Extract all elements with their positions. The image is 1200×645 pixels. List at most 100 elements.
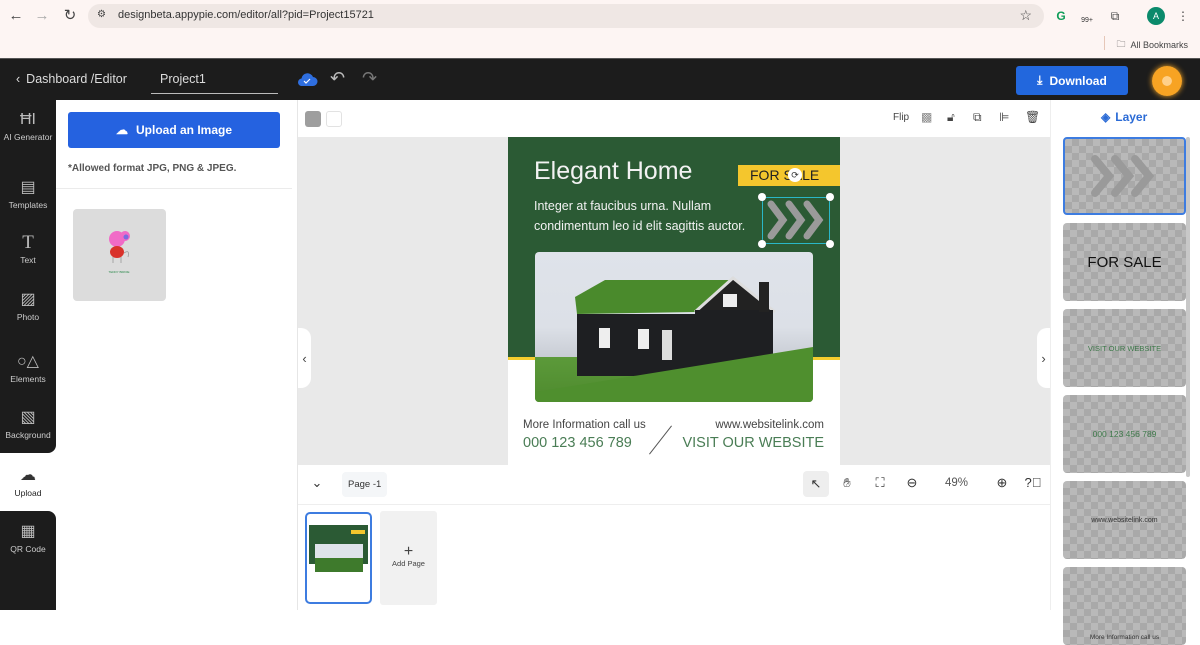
chevron-left-icon: ‹ <box>302 350 307 366</box>
address-bar[interactable]: ⚙ designbeta.appypie.com/editor/all?pid=… <box>88 4 1044 28</box>
design-subtitle[interactable]: Integer at faucibus urna. Nullam condime… <box>534 196 774 236</box>
resize-handle[interactable] <box>826 240 834 248</box>
layer-item[interactable]: VISIT OUR WEBSITE <box>1063 309 1186 387</box>
sidebar-item-label: Upload <box>14 488 42 498</box>
collapse-left-panel[interactable]: ‹ <box>298 328 311 388</box>
url-text[interactable]: designbeta.appypie.com/editor/all?pid=Pr… <box>118 9 374 21</box>
design-title[interactable]: Elegant Home <box>534 157 692 186</box>
rotate-handle-icon[interactable]: ⟳ <box>788 168 802 182</box>
upload-image-button[interactable]: ☁ Upload an Image <box>68 112 280 148</box>
sidebar-item-elements[interactable]: ○△ Elements <box>0 352 56 384</box>
bookmark-star-icon[interactable]: ☆ <box>1019 7 1032 24</box>
sidebar-item-upload[interactable]: ☁ Upload <box>0 466 56 498</box>
resize-handle[interactable] <box>758 193 766 201</box>
selected-chevrons-element[interactable] <box>758 193 834 248</box>
allowed-formats-note: *Allowed format JPG, PNG & JPEG. <box>68 163 237 174</box>
extension-badge[interactable]: 99+ <box>1078 7 1096 25</box>
project-name-input[interactable]: Project1 <box>151 67 278 94</box>
layer-item[interactable] <box>1063 137 1186 215</box>
layer-header[interactable]: ◈ Layer <box>1101 110 1147 124</box>
sidebar-item-templates[interactable]: ▤ Templates <box>0 178 56 210</box>
forward-arrow-icon[interactable]: → <box>32 6 52 26</box>
fit-screen-icon[interactable]: ⛶ <box>870 475 890 491</box>
download-button[interactable]: ⤓ Download <box>1016 66 1128 95</box>
bookmark-separator <box>1104 36 1105 50</box>
zoom-out-icon[interactable]: ⊖ <box>902 475 922 491</box>
phone-number[interactable]: 000 123 456 789 <box>523 435 632 451</box>
collapse-pages-icon[interactable]: ⌄ <box>307 475 327 491</box>
sidebar-item-photo[interactable]: ▨ Photo <box>0 290 56 322</box>
slash-divider-line[interactable] <box>649 425 672 455</box>
grammarly-icon[interactable]: G <box>1052 7 1070 25</box>
design-canvas[interactable]: Elegant Home Integer at faucibus urna. N… <box>508 137 840 465</box>
sidebar-item-qr-code[interactable]: ▦ QR Code <box>0 522 56 554</box>
lock-icon[interactable]: 🔓︎ <box>947 110 955 125</box>
user-avatar[interactable] <box>1152 66 1182 96</box>
zoom-level: 49% <box>945 477 969 489</box>
resize-handle[interactable] <box>826 193 834 201</box>
sidebar-item-background[interactable]: ▧ Background <box>0 408 56 440</box>
back-arrow-icon[interactable]: ← <box>6 6 26 26</box>
delete-trash-icon[interactable]: 🗑︎ <box>1025 110 1040 124</box>
house-illustration <box>535 276 813 402</box>
info-label[interactable]: More Information call us <box>523 419 646 431</box>
extensions-puzzle-icon[interactable]: ⧉ <box>1106 7 1124 25</box>
select-cursor-icon[interactable]: ↖ <box>803 471 829 497</box>
browser-chrome: ← → ↻ ⚙ designbeta.appypie.com/editor/al… <box>0 0 1200 58</box>
help-icon[interactable]: ?⃝ <box>1023 475 1043 490</box>
uploaded-image-thumbnail[interactable]: TEDDY BIRDIE <box>73 209 166 301</box>
element-toolbar: Flip ▩ 🔓︎ ⧉ ⊫ 🗑︎ <box>298 100 1050 137</box>
back-to-dashboard[interactable]: ‹ Dashboard /Editor <box>16 72 127 86</box>
app-header: ‹ Dashboard /Editor Project1 ↶ ↷ ⤓ Downl… <box>0 58 1200 100</box>
page-selector[interactable]: Page -1 <box>342 472 388 497</box>
layers-scrollbar[interactable] <box>1186 137 1190 477</box>
add-page-button[interactable]: + Add Page <box>380 511 437 605</box>
website-link[interactable]: www.websitelink.com <box>715 419 824 431</box>
upload-cloud-icon: ☁ <box>20 467 36 484</box>
canvas-bottom-bar: ⌄ Page -1 ↖ ✋︎ ⛶ ⊖ 49% ⊕ ?⃝ <box>298 465 1050 505</box>
reload-icon[interactable]: ↻ <box>60 6 80 26</box>
layer-item[interactable]: More Information call us <box>1063 567 1186 645</box>
sidebar-item-ai-generator[interactable]: ĦI AI Generator <box>0 110 56 142</box>
flip-button[interactable]: Flip <box>893 112 909 123</box>
profile-avatar[interactable]: A <box>1147 7 1165 25</box>
duplicate-icon[interactable]: ⧉ <box>973 110 982 125</box>
chevrons-icon <box>1090 155 1154 197</box>
cloud-saved-icon[interactable] <box>296 71 318 87</box>
mouse-illustration: TEDDY BIRDIE <box>109 231 130 274</box>
text-icon: T <box>22 232 34 253</box>
sidebar-item-label: QR Code <box>10 544 46 554</box>
zoom-in-icon[interactable]: ⊕ <box>992 475 1012 491</box>
visit-website-text[interactable]: VISIT OUR WEBSITE <box>682 435 824 451</box>
folder-icon: 🗀 <box>1116 39 1126 49</box>
transparency-icon[interactable]: ▩ <box>921 110 932 124</box>
sidebar-item-text[interactable]: T Text <box>0 232 56 266</box>
resize-handle[interactable] <box>758 240 766 248</box>
layer-item[interactable]: 000 123 456 789 <box>1063 395 1186 473</box>
all-bookmarks[interactable]: 🗀 All Bookmarks <box>1116 37 1188 53</box>
layer-item[interactable]: www.websitelink.com <box>1063 481 1186 559</box>
redo-icon[interactable]: ↷ <box>362 68 377 89</box>
menu-kebab-icon[interactable]: ⋮ <box>1174 7 1192 25</box>
hand-pan-icon[interactable]: ✋︎ <box>837 475 857 491</box>
thumb-for-sale <box>351 530 365 534</box>
page-thumbnail-1[interactable] <box>305 512 372 604</box>
stroke-color-swatch[interactable] <box>326 111 342 127</box>
divider <box>56 188 292 189</box>
undo-icon[interactable]: ↶ <box>330 68 345 89</box>
upload-button-label: Upload an Image <box>135 123 233 137</box>
chevrons-icon <box>767 200 824 240</box>
collapse-right-panel[interactable]: › <box>1037 328 1050 388</box>
fill-color-swatch[interactable] <box>305 111 321 127</box>
qr-code-icon: ▦ <box>20 523 36 540</box>
layer-item[interactable]: FOR SALE <box>1063 223 1186 301</box>
sidebar-item-label: Text <box>20 255 36 265</box>
house-photo[interactable] <box>535 252 813 402</box>
layers-panel: ◈ Layer FOR SALE VISIT OUR WEBSITE 000 1… <box>1050 100 1200 641</box>
align-icon[interactable]: ⊫ <box>999 110 1009 124</box>
sidebar-item-label: Background <box>5 430 51 440</box>
sidebar-item-label: Photo <box>16 312 40 322</box>
site-settings-icon[interactable]: ⚙ <box>97 9 111 23</box>
chevron-right-icon: › <box>1041 350 1046 366</box>
layer-header-label: Layer <box>1115 110 1148 124</box>
